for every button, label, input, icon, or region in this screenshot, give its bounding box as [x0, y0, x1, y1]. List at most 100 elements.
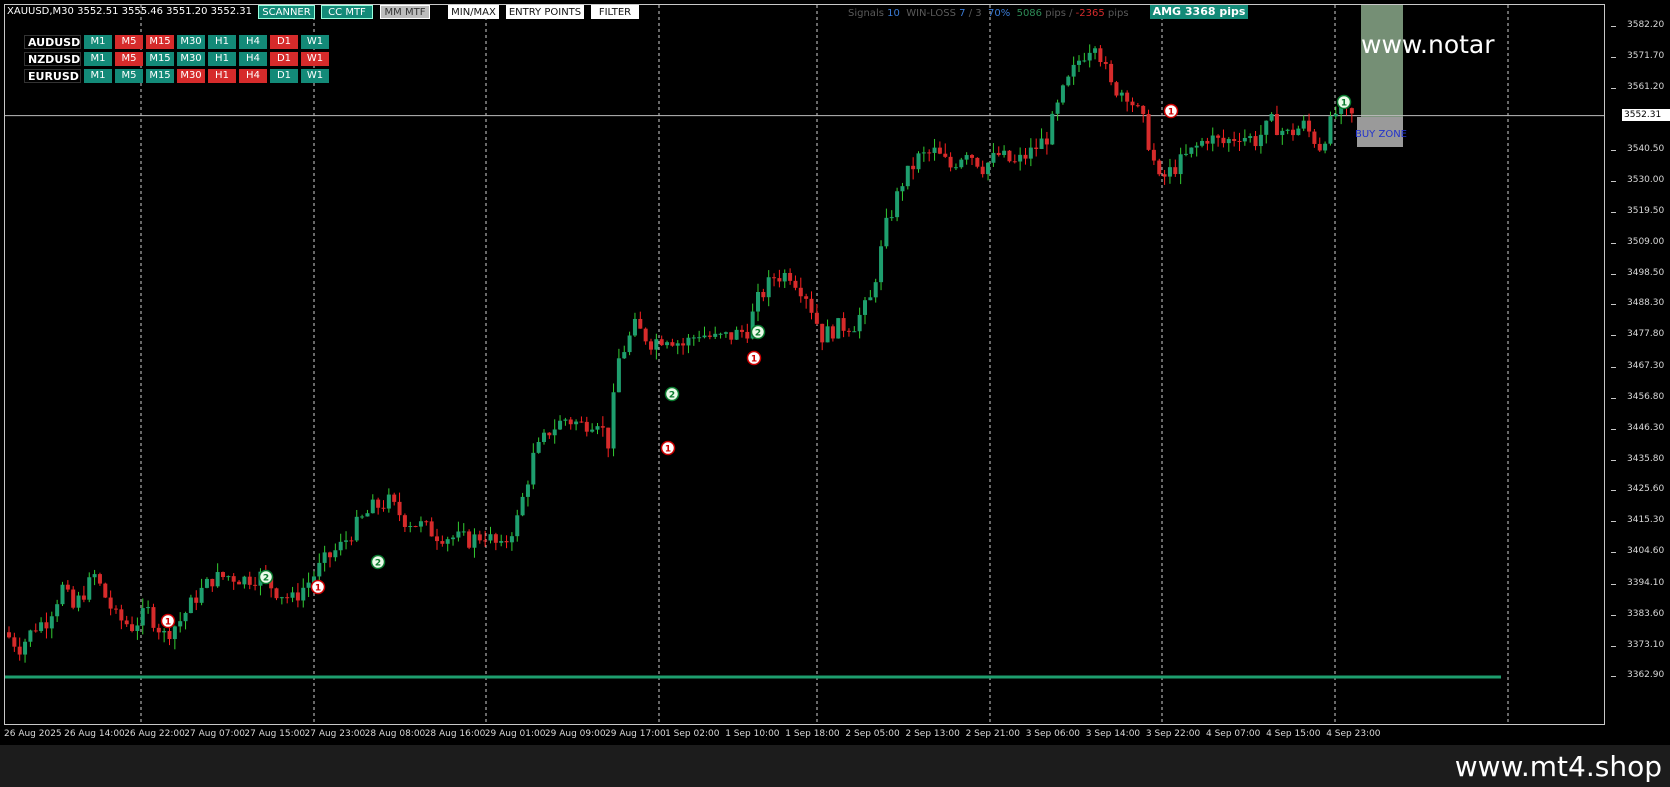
candle-body: [1167, 167, 1172, 177]
candle-body: [670, 342, 675, 346]
signal-marker-buy[interactable]: 2: [258, 569, 274, 585]
time-label: 2 Sep 05:00: [845, 729, 900, 739]
candle-body: [579, 421, 584, 423]
signal-marker-sell[interactable]: 1: [1163, 103, 1179, 119]
candle-body: [221, 572, 225, 578]
price-tick: [1611, 552, 1616, 554]
candle-body: [991, 152, 996, 163]
mtf-cell-h4[interactable]: H4: [239, 69, 267, 83]
price-tick: [1611, 645, 1616, 647]
min-max-button[interactable]: MIN/MAX: [448, 5, 499, 19]
candle-body: [461, 531, 466, 533]
mtf-cell-h1[interactable]: H1: [208, 52, 236, 66]
candle-body: [536, 442, 541, 453]
mtf-cell-m30[interactable]: M30: [177, 52, 205, 66]
mtf-cell-h4[interactable]: H4: [239, 35, 267, 49]
price-tick: [1611, 428, 1616, 430]
mtf-cell-h4[interactable]: H4: [239, 52, 267, 66]
mtf-cell-h1[interactable]: H1: [208, 69, 236, 83]
candle-body: [477, 534, 482, 541]
mtf-cell-d1[interactable]: D1: [270, 52, 298, 66]
signal-number: 2: [669, 391, 675, 401]
positive-pips: 5086: [1016, 8, 1043, 19]
current-price-label: 3552.31: [1622, 108, 1670, 121]
candle-body: [1066, 76, 1071, 86]
mtf-cell-m15[interactable]: M15: [146, 52, 174, 66]
winloss-sep: /: [968, 8, 973, 19]
candle-body: [1077, 60, 1081, 65]
price-tick: [1611, 614, 1616, 616]
mtf-cell-m30[interactable]: M30: [177, 69, 205, 83]
candle-body: [1333, 113, 1338, 117]
mtf-cell-m5[interactable]: M5: [115, 69, 143, 83]
mtf-cell-m1[interactable]: M1: [84, 52, 112, 66]
candle-body: [194, 597, 199, 603]
candle-body: [1044, 138, 1049, 145]
price-label: 3571.70: [1627, 51, 1665, 62]
time-axis[interactable]: 26 Aug 2025 26 Aug 14:00 26 Aug 22:00 27 Au…: [0, 727, 1610, 743]
time-label: 27 Aug 23:00: [304, 729, 366, 739]
candle-body: [418, 521, 423, 527]
candle-body: [1248, 136, 1253, 138]
candle-body: [322, 552, 327, 563]
candle-body: [643, 328, 648, 342]
candle-body: [654, 339, 659, 350]
mtf-cell-m1[interactable]: M1: [84, 69, 112, 83]
mtf-cell-d1[interactable]: D1: [270, 35, 298, 49]
price-label: 3509.00: [1627, 236, 1665, 247]
mtf-cell-m30[interactable]: M30: [177, 35, 205, 49]
signal-marker-sell[interactable]: 1: [746, 350, 762, 366]
mtf-cell-m1[interactable]: M1: [84, 35, 112, 49]
signal-number: 2: [375, 559, 381, 569]
mtf-cell-w1[interactable]: W1: [301, 35, 329, 49]
candle-body: [1210, 135, 1215, 144]
candle-body: [183, 613, 188, 622]
candle-body: [552, 429, 557, 436]
candle-body: [649, 341, 653, 350]
mtf-cell-m5[interactable]: M5: [115, 35, 143, 49]
signal-number: 2: [755, 329, 761, 339]
mtf-symbol[interactable]: EURUSD: [24, 69, 81, 83]
signal-marker-buy[interactable]: 2: [750, 324, 766, 340]
candle-body: [739, 329, 744, 332]
mtf-cell-w1[interactable]: W1: [301, 52, 329, 66]
mm-mtf-button[interactable]: MM MTF: [380, 5, 430, 19]
price-label: 3394.10: [1627, 577, 1665, 588]
candle-body: [499, 541, 504, 543]
cc-mtf-button[interactable]: CC MTF: [321, 5, 373, 19]
candle-body: [92, 574, 97, 578]
candle-body: [531, 452, 536, 485]
candle-body: [659, 339, 664, 346]
candle-body: [12, 637, 17, 647]
mtf-symbol[interactable]: AUDUSD: [24, 35, 81, 49]
mtf-cell-m15[interactable]: M15: [146, 69, 174, 83]
mtf-cell-m15[interactable]: M15: [146, 35, 174, 49]
signal-marker-buy[interactable]: 2: [664, 386, 680, 402]
candle-body: [1274, 113, 1279, 136]
mtf-row-eurusd: EURUSD M1 M5 M15 M30 H1 H4 D1 W1: [24, 69, 332, 86]
candle-body: [285, 597, 290, 599]
signal-marker-sell[interactable]: 1: [660, 440, 676, 456]
candle-body: [39, 622, 44, 632]
candle-body: [542, 432, 546, 443]
candle-body: [1312, 131, 1317, 144]
price-label: 3540.50: [1627, 143, 1665, 154]
entry-points-button[interactable]: ENTRY POINTS: [506, 5, 584, 19]
mtf-cell-m5[interactable]: M5: [115, 52, 143, 66]
signal-marker-sell[interactable]: 1: [160, 613, 176, 629]
mtf-cell-w1[interactable]: W1: [301, 69, 329, 83]
candle-body: [825, 326, 830, 343]
filter-button[interactable]: FILTER: [591, 5, 639, 19]
mtf-symbol[interactable]: NZDUSD: [24, 52, 81, 66]
mtf-cell-h1[interactable]: H1: [208, 35, 236, 49]
candle-body: [1301, 120, 1306, 129]
scanner-button[interactable]: SCANNER: [258, 5, 315, 19]
signal-marker-sell[interactable]: 1: [310, 579, 326, 595]
mtf-cell-d1[interactable]: D1: [270, 69, 298, 83]
plot-area[interactable]: BUY ZONE 1 2 1 2 1 2 1 2 1 1: [4, 4, 1605, 725]
chart-window[interactable]: BUY ZONE 1 2 1 2 1 2 1 2 1 1 XAUUSD,M30 3552.51 35…: [0, 0, 1670, 745]
signal-marker-buy[interactable]: 1: [1336, 94, 1352, 110]
signal-marker-buy[interactable]: 2: [370, 554, 386, 570]
candle-body: [408, 526, 413, 528]
negative-pips-unit: pips: [1107, 8, 1129, 19]
